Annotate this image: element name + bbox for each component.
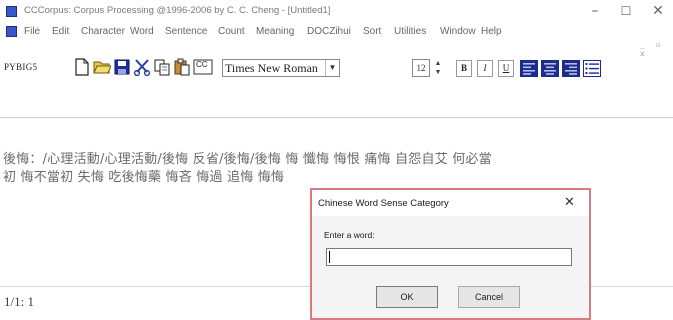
encoding-label: PYBIG5 [4, 62, 38, 72]
text-caret [329, 251, 330, 263]
menu-file[interactable]: File [24, 26, 40, 37]
copy-icon[interactable] [152, 57, 172, 77]
spin-up-icon[interactable]: ▲ [432, 59, 444, 68]
minimize-button[interactable]: – [580, 1, 610, 21]
window-title: CCCorpus: Corpus Processing @1996-2006 b… [24, 5, 331, 16]
paste-icon[interactable] [172, 57, 192, 77]
menu-edit[interactable]: Edit [52, 26, 69, 37]
word-input[interactable] [326, 248, 572, 266]
menu-character[interactable]: Character [81, 26, 125, 37]
align-left-icon[interactable] [520, 60, 538, 77]
menu-meaning[interactable]: Meaning [256, 26, 294, 37]
cc-icon-label: CC [196, 60, 208, 69]
font-dropdown-icon[interactable]: ▼ [325, 60, 339, 76]
ok-button[interactable]: OK [376, 286, 438, 308]
bold-button[interactable]: B [456, 60, 472, 77]
close-button[interactable]: ✕ [643, 1, 673, 21]
font-name-value: Times New Roman [225, 61, 318, 75]
menu-doczihui[interactable]: DOCZihui [307, 26, 351, 37]
align-center-icon[interactable] [541, 60, 559, 77]
menu-count[interactable]: Count [218, 26, 245, 37]
word-prompt-label: Enter a word: [324, 230, 375, 240]
menu-word[interactable]: Word [130, 26, 154, 37]
maximize-button[interactable]: ☐ [611, 1, 641, 21]
document-text-line-2[interactable]: 初 悔不當初 失悔 吃後悔藥 悔吝 悔過 追悔 悔悔 [3, 166, 284, 185]
dialog-close-icon[interactable]: ✕ [564, 195, 575, 210]
document-text-line-1[interactable]: 後悔：/心理活動/心理活動/後悔 反省/後悔/後悔 悔 懺悔 悔恨 痛悔 自怨自… [3, 148, 492, 167]
cc-icon[interactable]: CC [193, 57, 213, 77]
cut-icon[interactable] [132, 57, 152, 77]
italic-button[interactable]: I [477, 60, 493, 77]
dialog-title-bar: Chinese Word Sense Category ✕ [312, 190, 589, 216]
menu-utilities[interactable]: Utilities [394, 26, 426, 37]
cursor-position: 1/1: 1 [4, 294, 34, 309]
word-sense-dialog: Chinese Word Sense Category ✕ Enter a wo… [310, 188, 591, 320]
font-size-spinner[interactable]: ▲ ▼ [432, 59, 444, 77]
font-size-input[interactable]: 12 [412, 59, 430, 77]
underline-button[interactable]: U [498, 60, 514, 77]
menu-sort[interactable]: Sort [363, 26, 381, 37]
cancel-button[interactable]: Cancel [458, 286, 520, 308]
app-icon [6, 6, 17, 17]
open-folder-icon[interactable] [92, 57, 112, 77]
align-right-icon[interactable] [562, 60, 580, 77]
bullet-list-icon[interactable] [583, 60, 601, 77]
document-icon[interactable] [6, 26, 17, 37]
spin-down-icon[interactable]: ▼ [432, 68, 444, 77]
menu-sentence[interactable]: Sentence [165, 26, 207, 37]
menu-window[interactable]: Window [440, 26, 476, 37]
dialog-title: Chinese Word Sense Category [318, 198, 449, 209]
new-document-icon[interactable] [72, 57, 92, 77]
save-icon[interactable] [112, 57, 132, 77]
menu-help[interactable]: Help [481, 26, 502, 37]
font-name-select[interactable]: Times New Roman ▼ [222, 59, 340, 77]
